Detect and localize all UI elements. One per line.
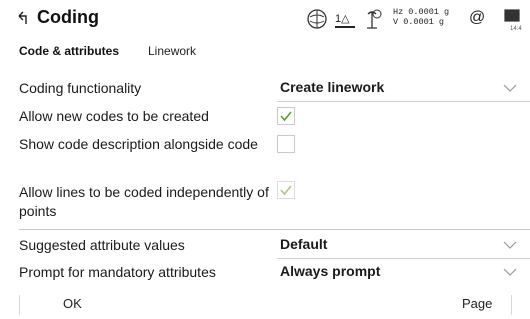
coding-functionality-label: Coding functionality [19,80,142,96]
prompt-mandatory-select[interactable]: Always prompt [277,259,530,285]
ok-button[interactable]: OK [63,296,82,311]
allow-lines-independent-checkbox[interactable] [277,181,295,199]
page-title: Coding [37,7,99,27]
rtk-underline [335,26,355,28]
chevron-down-icon [503,241,517,249]
coding-functionality-select[interactable]: Create linework [277,75,530,102]
prompt-mandatory-value: Always prompt [280,263,381,279]
battery-label: 14:4 [510,26,522,32]
page-button[interactable]: Page [462,296,492,311]
tab-bar: Code & attributes Linework [0,38,530,64]
tilt-sensor-icon[interactable] [361,8,383,30]
title-bar: Coding 1△ Hz 0.0001 g V 0.0001 g @ 14:4 [0,0,530,38]
angle-readout[interactable]: Hz 0.0001 g V 0.0001 g [393,7,449,27]
checkmark-icon [280,111,292,122]
softkey-separator [511,295,512,315]
connection-at-icon[interactable]: @ [469,9,485,27]
tab-linework[interactable]: Linework [148,44,196,58]
show-code-description-checkbox[interactable] [277,135,295,153]
allow-new-codes-label: Allow new codes to be created [19,108,209,124]
v-readout: V 0.0001 g [393,17,445,27]
allow-lines-independent-label: Allow lines to be coded independently of… [19,184,269,219]
checkmark-icon [280,185,292,196]
chevron-down-icon [503,268,517,276]
suggested-attribute-values-label: Suggested attribute values [19,237,185,253]
suggested-attribute-values-value: Default [280,236,328,252]
softkey-separator [19,295,20,315]
gps-status-icon[interactable] [306,8,328,30]
rtk-label[interactable]: 1△ [335,12,350,25]
tab-code-attributes[interactable]: Code & attributes [19,44,119,58]
coding-functionality-value: Create linework [280,79,385,95]
hz-readout: Hz 0.0001 g [393,7,450,17]
suggested-attribute-values-select[interactable]: Default [277,232,530,259]
softkey-bar: OK Page [0,289,530,319]
section-divider [19,229,530,230]
prompt-mandatory-label: Prompt for mandatory attributes [19,264,216,280]
allow-new-codes-checkbox[interactable] [277,107,295,125]
back-arrow-icon[interactable] [17,10,29,26]
show-code-description-label: Show code description alongside code [19,136,258,152]
chevron-down-icon [503,84,517,92]
